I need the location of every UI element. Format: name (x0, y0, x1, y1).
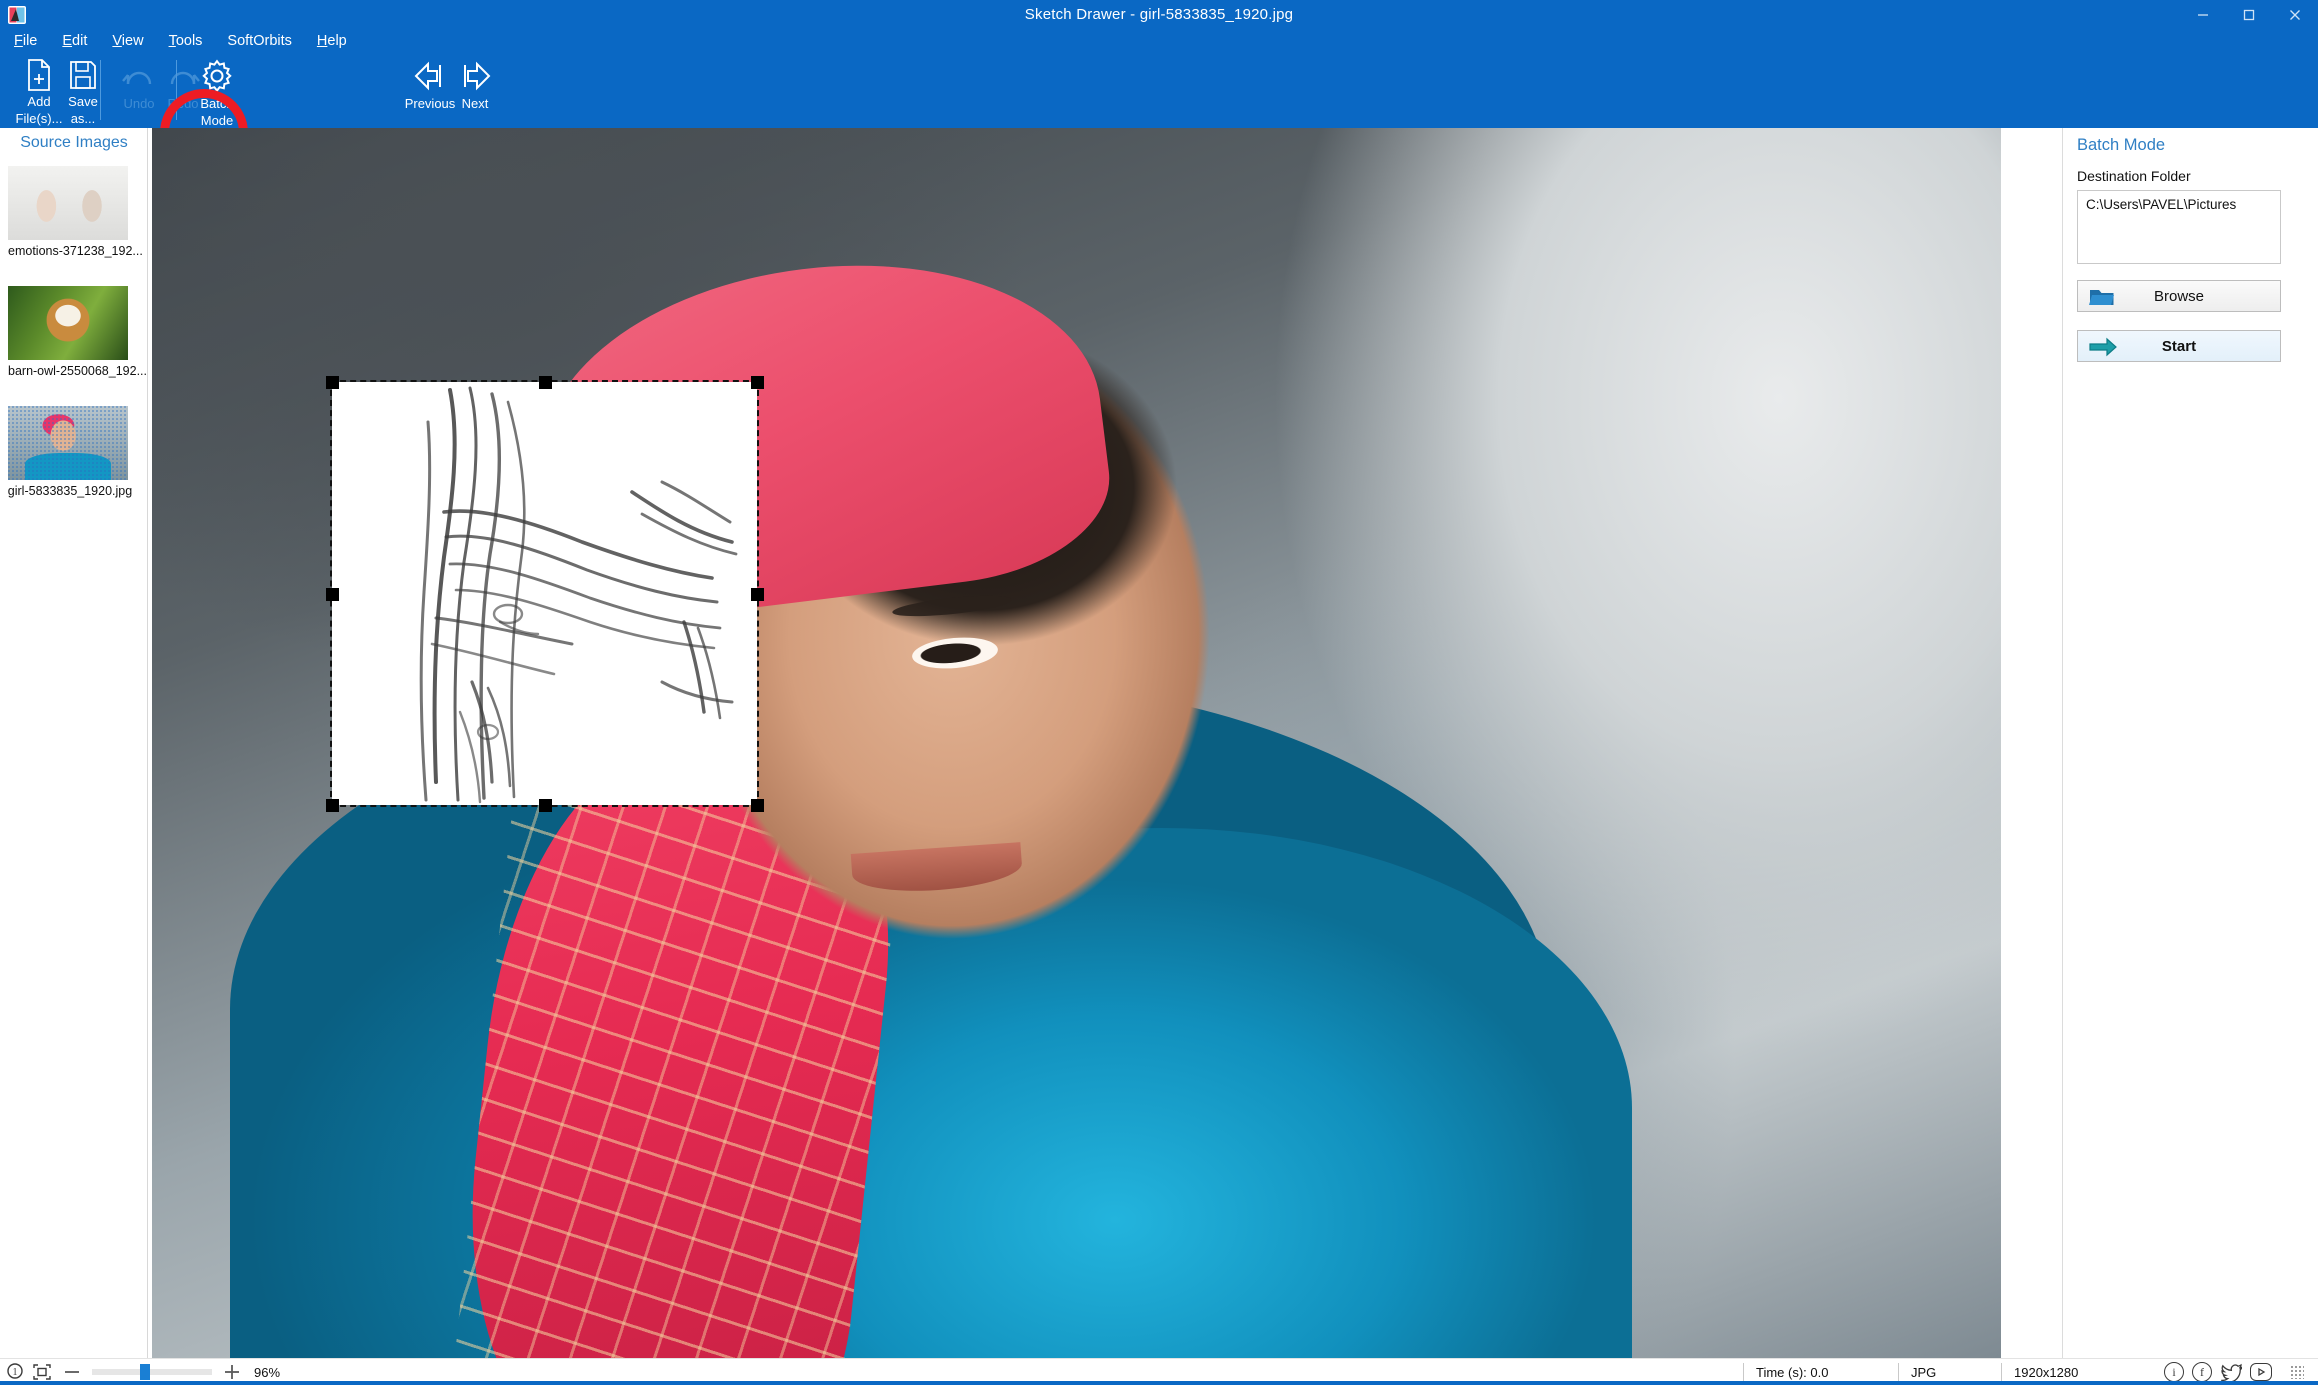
status-separator-3 (2001, 1363, 2002, 1381)
sketch-preview-render (332, 382, 757, 805)
list-item-label: barn-owl-2550068_192... (8, 364, 146, 378)
window-controls (2180, 0, 2318, 29)
save-icon (68, 58, 98, 92)
selection-handle-top-left[interactable] (326, 376, 339, 389)
close-icon[interactable] (2272, 0, 2318, 29)
destination-folder-input[interactable]: C:\Users\PAVEL\Pictures (2077, 190, 2281, 264)
status-separator-2 (1898, 1363, 1899, 1381)
batch-mode-button[interactable]: Batch Mode (182, 54, 252, 126)
start-button-label: Start (2162, 338, 2196, 355)
browse-button-label: Browse (2154, 288, 2204, 305)
selection-handle-bottom-left[interactable] (326, 799, 339, 812)
selection-handle-top-right[interactable] (751, 376, 764, 389)
toolbar: Add File(s)... Save as... Und (0, 52, 2318, 128)
batch-mode-panel: Batch Mode Destination Folder C:\Users\P… (2062, 128, 2318, 1358)
list-item[interactable]: emotions-371238_192... (8, 166, 128, 258)
info-icon[interactable]: i (2164, 1362, 2184, 1382)
resize-grip[interactable] (2290, 1365, 2304, 1379)
thumbnail-barn-owl[interactable] (8, 286, 128, 360)
arrow-right-icon (2088, 335, 2118, 363)
selection-handle-bottom-center[interactable] (539, 799, 552, 812)
zoom-slider-handle[interactable] (140, 1364, 150, 1380)
save-as-label-line1: Save (68, 94, 98, 109)
menu-edit[interactable]: Edit (62, 33, 87, 49)
list-item-label: emotions-371238_192... (8, 244, 146, 258)
title-bar: Sketch Drawer - girl-5833835_1920.jpg (0, 0, 2318, 29)
sidebar-title: Source Images (0, 128, 148, 158)
folder-icon (2088, 285, 2116, 313)
svg-text:1: 1 (13, 1367, 18, 1378)
toolbar-separator-2 (176, 60, 177, 120)
selection-handle-middle-right[interactable] (751, 588, 764, 601)
source-images-sidebar: Source Images emotions-371238_192... bar… (0, 128, 148, 1358)
maximize-icon[interactable] (2226, 0, 2272, 29)
browse-button[interactable]: Browse (2077, 280, 2281, 312)
list-item-label: girl-5833835_1920.jpg (4, 484, 136, 498)
thumbnail-emotions[interactable] (8, 166, 128, 240)
menu-bar: File Edit View Tools SoftOrbits Help (0, 29, 2318, 52)
menu-help[interactable]: Help (317, 33, 347, 49)
status-bar-underline (0, 1381, 2318, 1385)
selection-handle-bottom-right[interactable] (751, 799, 764, 812)
next-label: Next (462, 96, 489, 111)
menu-file[interactable]: File (14, 33, 37, 49)
zoom-slider[interactable] (92, 1369, 212, 1375)
sketch-preview-selection[interactable] (332, 382, 757, 805)
start-button[interactable]: Start (2077, 330, 2281, 362)
menu-softorbits[interactable]: SoftOrbits (227, 33, 291, 49)
selection-handle-top-center[interactable] (539, 376, 552, 389)
batch-mode-label-line1: Batch (200, 96, 233, 111)
menu-view[interactable]: View (112, 33, 143, 49)
status-separator-1 (1743, 1363, 1744, 1381)
minimize-icon[interactable] (2180, 0, 2226, 29)
arrow-right-icon (455, 58, 495, 94)
toolbar-separator-1 (100, 60, 101, 120)
image-canvas[interactable] (152, 128, 2001, 1358)
save-as-label-line2: as... (71, 111, 96, 126)
list-item[interactable]: barn-owl-2550068_192... (8, 286, 128, 378)
selection-handle-middle-left[interactable] (326, 588, 339, 601)
thumbnail-girl[interactable] (8, 406, 128, 480)
gear-icon (199, 58, 235, 94)
youtube-icon[interactable] (2250, 1363, 2272, 1381)
application-window: Sketch Drawer - girl-5833835_1920.jpg Fi… (0, 0, 2318, 1385)
facebook-icon[interactable]: f (2192, 1362, 2212, 1382)
list-item[interactable]: girl-5833835_1920.jpg (8, 406, 128, 498)
panel-title: Batch Mode (2077, 136, 2165, 155)
menu-tools[interactable]: Tools (169, 33, 203, 49)
batch-mode-label-line2: Mode (201, 113, 234, 128)
destination-folder-label: Destination Folder (2077, 168, 2191, 184)
window-title: Sketch Drawer - girl-5833835_1920.jpg (0, 0, 2318, 29)
next-button[interactable]: Next (440, 54, 510, 126)
